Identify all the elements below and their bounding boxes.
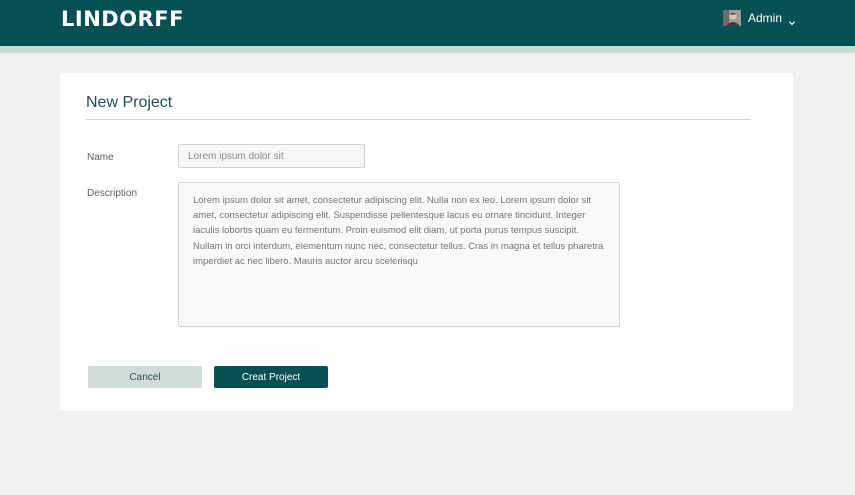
new-project-card: New Project Name Description Lorem ipsum…: [60, 73, 793, 411]
name-label: Name: [87, 152, 114, 163]
user-name[interactable]: Admin: [748, 11, 782, 25]
header-accent-strip: [0, 46, 855, 53]
page-title: New Project: [86, 94, 173, 111]
description-label: Description: [87, 188, 138, 199]
name-input[interactable]: [178, 144, 365, 168]
cancel-button[interactable]: Cancel: [88, 366, 202, 388]
top-navigation-bar: LINDORFF Admin: [0, 0, 855, 46]
user-menu[interactable]: Admin: [723, 9, 796, 27]
create-project-button[interactable]: Creat Project: [214, 366, 328, 388]
chevron-down-icon[interactable]: [788, 14, 796, 26]
lindorff-logo[interactable]: LINDORFF: [61, 7, 184, 31]
title-divider: [86, 119, 751, 120]
description-textarea[interactable]: Lorem ipsum dolor sit amet, consectetur …: [178, 182, 620, 327]
avatar: [723, 10, 741, 26]
